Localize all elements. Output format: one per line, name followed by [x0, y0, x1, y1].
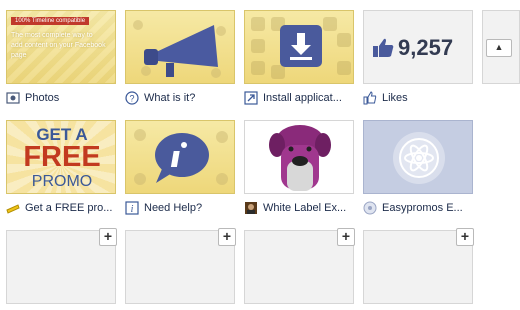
free-promo-link[interactable]: Get a FREE pro...: [6, 200, 124, 216]
install-app-label: Install applicat...: [263, 92, 342, 104]
megaphone-icon: [133, 20, 226, 78]
add-app-button[interactable]: +: [218, 228, 236, 246]
dog-avatar-icon: [244, 201, 258, 215]
what-is-it-tile[interactable]: [125, 10, 235, 84]
svg-text:i: i: [131, 204, 134, 215]
promo-line2: FREE: [23, 141, 101, 173]
photos-tile[interactable]: 100% Timeline compatible The most comple…: [6, 10, 116, 84]
need-help-label: Need Help?: [144, 202, 203, 214]
info-bubble-icon: [134, 129, 228, 185]
need-help-link[interactable]: i Need Help?: [125, 200, 243, 216]
easypromos-link[interactable]: Easypromos E...: [363, 200, 481, 216]
likes-tile[interactable]: 9,257: [363, 10, 473, 84]
svg-text:?: ?: [129, 94, 134, 104]
what-is-it-label: What is it?: [144, 92, 196, 104]
download-icon: [280, 25, 322, 67]
thumbs-up-icon: [372, 37, 394, 64]
white-label-tile[interactable]: [244, 120, 354, 194]
easypromos-label: Easypromos E...: [382, 202, 463, 214]
dog-image: [269, 125, 331, 191]
add-app-button[interactable]: +: [456, 228, 474, 246]
timeline-banner: 100% Timeline compatible: [11, 17, 90, 25]
install-app-icon: [244, 91, 258, 105]
what-is-it-link[interactable]: ? What is it?: [125, 90, 243, 106]
scroll-panel[interactable]: ▲: [482, 10, 520, 84]
easypromos-tile[interactable]: [363, 120, 473, 194]
white-label-link[interactable]: White Label Ex...: [244, 200, 362, 216]
coupon-icon: [6, 201, 20, 215]
gear-atom-icon: [363, 201, 377, 215]
promo-line3: PROMO: [31, 173, 93, 190]
photos-label: Photos: [25, 92, 60, 104]
free-promo-tile[interactable]: GET A FREE PROMO: [6, 120, 116, 194]
photos-tile-text: The most complete way to add content on …: [11, 32, 106, 59]
atom-gear-icon: [393, 132, 445, 184]
add-app-button[interactable]: +: [337, 228, 355, 246]
photos-link[interactable]: Photos: [6, 90, 124, 106]
white-label-label: White Label Ex...: [263, 202, 347, 214]
thumbs-up-small-icon: [363, 91, 377, 105]
need-help-tile[interactable]: [125, 120, 235, 194]
likes-count: 9,257: [398, 35, 454, 60]
help-icon: i: [125, 201, 139, 215]
photos-icon: [6, 91, 20, 105]
install-app-link[interactable]: Install applicat...: [244, 90, 362, 106]
scroll-up-button[interactable]: ▲: [486, 39, 512, 57]
install-app-tile[interactable]: [244, 10, 354, 84]
question-globe-icon: ?: [125, 91, 139, 105]
likes-label: Likes: [382, 92, 408, 104]
add-app-button[interactable]: +: [99, 228, 117, 246]
likes-link[interactable]: Likes: [363, 90, 481, 106]
free-promo-label: Get a FREE pro...: [25, 202, 113, 214]
